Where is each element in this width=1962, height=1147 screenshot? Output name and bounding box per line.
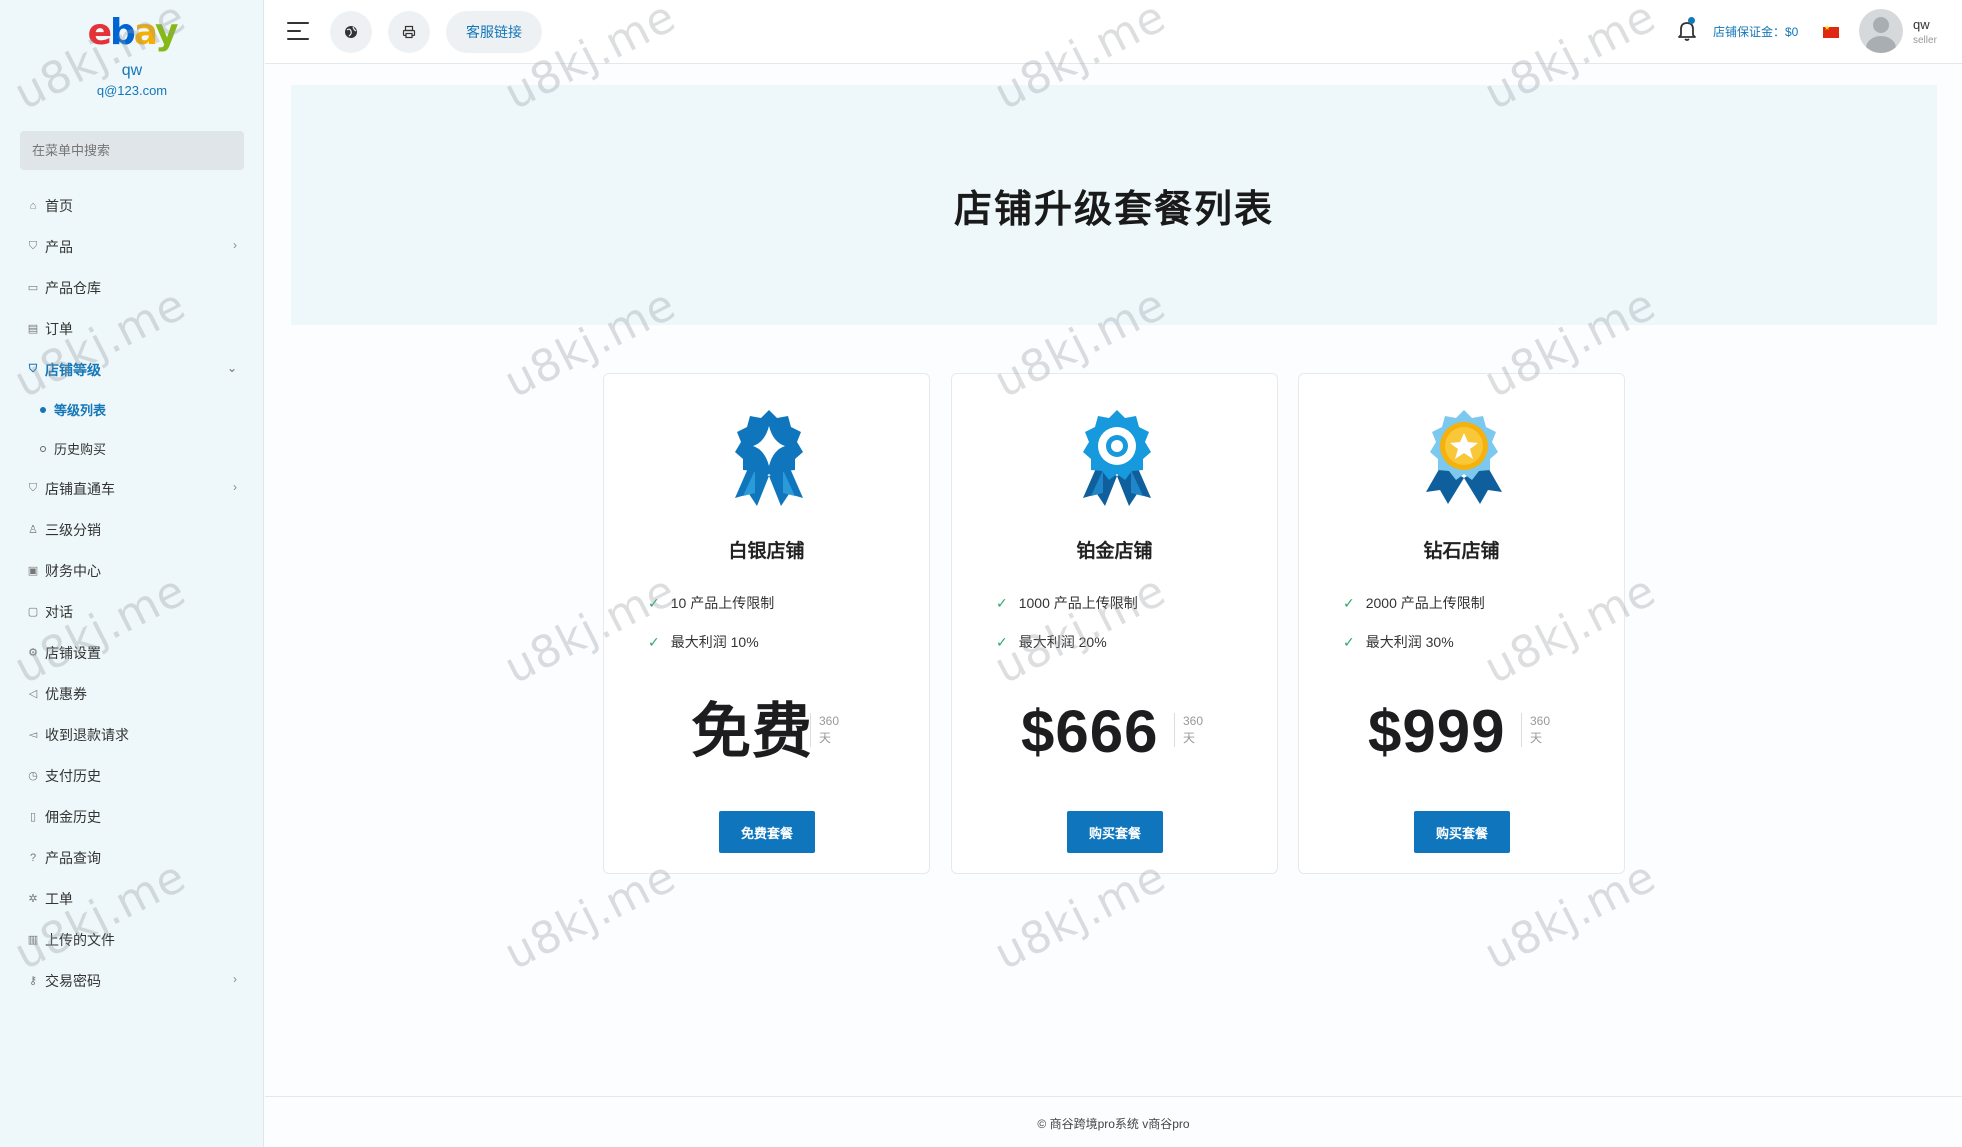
sidebar-item-tickets[interactable]: ✲ 工单 [0,878,264,919]
sidebar-item-orders[interactable]: ▤ 订单 [0,308,264,349]
top-header: 客服链接 店铺保证金：$0 qw seller [265,0,1962,64]
sidebar-item-store-level[interactable]: ⛉ 店铺等级 ⌄ [0,349,264,390]
header-user-role: seller [1913,35,1937,46]
ebay-logo[interactable]: ebay [0,12,264,53]
customer-service-link[interactable]: 客服链接 [446,11,542,53]
plan-feature: ✓ 最大利润 30% [1343,633,1454,651]
plan-price-row: $666 360 天 [952,699,1277,765]
plan-card-platinum: 铂金店铺 ✓ 1000 产品上传限制 ✓ 最大利润 20% $666 360 天 购买… [951,373,1278,874]
bullet-icon [40,406,46,413]
check-icon: ✓ [1343,633,1355,650]
plan-feature: ✓ 最大利润 10% [648,633,759,651]
sidebar-subitem-level-list[interactable]: 等级列表 [0,390,264,429]
header-user-name: qw [1913,17,1930,32]
plan-name: 铂金店铺 [1076,541,1153,562]
plan-name: 钻石店铺 [1423,541,1500,562]
folder-icon: ▥ [27,934,39,946]
menu-search-input[interactable] [20,131,244,170]
sidebar-item-trade-password[interactable]: ⚷ 交易密码 › [0,960,264,1001]
free-plan-button[interactable]: 免费套餐 [719,811,815,853]
sidebar-item-refund-requests[interactable]: ◅ 收到退款请求 [0,714,264,755]
store-deposit: 店铺保证金：$0 [1713,25,1799,39]
plan-price-row: 免费 360 天 [604,699,929,765]
plan-price: $999 [1368,698,1506,765]
check-icon: ✓ [648,594,660,611]
buy-plan-button[interactable]: 购买套餐 [1414,811,1510,853]
order-icon: ▤ [27,323,39,335]
sidebar-item-store-promotion[interactable]: ⛉ 店铺直通车 › [0,468,264,509]
sidebar-item-finance[interactable]: ▣ 财务中心 [0,550,264,591]
page-banner: 店铺升级套餐列表 [291,85,1937,325]
chevron-right-icon: › [233,480,237,494]
sidebar-item-commission-history[interactable]: ▯ 佣金历史 [0,796,264,837]
megaphone-icon: ◁ [28,688,38,700]
plan-card-silver: 白银店铺 ✓ 10 产品上传限制 ✓ 最大利润 10% 免费 360 天 免费套餐 [603,373,930,874]
refund-icon: ◅ [28,729,38,741]
plan-period: 360 天 [1521,713,1550,747]
plan-card-diamond: 钻石店铺 ✓ 2000 产品上传限制 ✓ 最大利润 30% $999 360 天 购买… [1298,373,1625,874]
settings-icon: ✲ [28,893,38,905]
bullet-icon [40,445,46,452]
sidebar-item-home[interactable]: ⌂ 首页 [0,185,264,226]
sidebar-item-store-settings[interactable]: ⚙ 店铺设置 [0,632,264,673]
cart-icon: ⛉ [28,240,38,252]
sidebar-user-email: q@123.com [96,83,168,98]
check-icon: ✓ [1343,594,1355,611]
cart-icon: ⛉ [28,482,38,494]
sidebar-item-distribution[interactable]: ♙ 三级分销 [0,509,264,550]
chat-icon: ▢ [27,606,39,618]
gear-icon: ⚙ [28,647,38,659]
sidebar-item-warehouse[interactable]: ▭ 产品仓库 [0,267,264,308]
cart-icon: ⛉ [28,363,38,375]
china-flag-icon[interactable] [1823,24,1839,38]
money-icon: ▣ [27,565,39,577]
sidebar-item-chat[interactable]: ▢ 对话 [0,591,264,632]
sidebar-user-name: qw [121,62,143,79]
page-title: 店铺升级套餐列表 [953,188,1274,231]
home-icon: ⌂ [29,199,37,212]
chevron-right-icon: › [233,972,237,986]
notification-dot [1688,17,1695,24]
buy-plan-button[interactable]: 购买套餐 [1067,811,1163,853]
plan-feature: ✓ 1000 产品上传限制 [996,594,1138,612]
bell-icon[interactable] [1675,18,1699,44]
plan-name: 白银店铺 [728,541,805,562]
question-icon: ? [29,851,37,864]
check-icon: ✓ [996,633,1008,650]
sidebar-item-payment-history[interactable]: ◷ 支付历史 [0,755,264,796]
platinum-badge-icon [1083,410,1151,506]
warehouse-icon: ▭ [27,282,39,294]
chevron-right-icon: › [233,238,237,252]
sidebar-item-product-query[interactable]: ? 产品查询 [0,837,264,878]
silver-badge-icon [735,410,803,506]
sidebar-item-uploaded-files[interactable]: ▥ 上传的文件 [0,919,264,960]
key-icon: ⚷ [28,975,38,987]
sidebar-subitem-purchase-history[interactable]: 历史购买 [0,429,264,468]
plan-period: 360 天 [810,713,839,747]
check-icon: ✓ [996,594,1008,611]
sidebar-item-coupons[interactable]: ◁ 优惠券 [0,673,264,714]
plan-price-row: $999 360 天 [1299,699,1624,765]
plan-price: 免费 [691,698,813,765]
page-footer: © 商谷跨境pro系统 v商谷pro [265,1096,1962,1147]
plan-feature: ✓ 10 产品上传限制 [648,594,775,612]
printer-icon[interactable] [388,11,430,53]
sidebar: ebay qw q@123.com ⌂首页 ⛉产品› ▭产品仓库 ▤订单 ⛉店铺… [0,0,264,1147]
plan-feature: ✓ 最大利润 20% [996,633,1107,651]
plan-feature: ✓ 2000 产品上传限制 [1343,594,1485,612]
check-icon: ✓ [648,633,660,650]
user-icon: ♙ [28,524,38,536]
clock-icon: ◷ [28,770,38,782]
sidebar-item-products[interactable]: ⛉ 产品 › [0,226,264,267]
diamond-badge-icon [1426,410,1502,504]
plan-price: $666 [1021,698,1159,765]
document-icon: ▯ [29,811,37,823]
globe-icon[interactable] [330,11,372,53]
chevron-down-icon: ⌄ [226,361,237,375]
sidebar-menu: ⌂ 首页 ⛉ 产品 › ▭ 产品仓库 ▤ 订单 ⛉ 店铺等级 ⌄ 等级列表 历史购买 ⛉ 店铺直… [0,185,264,1001]
plan-period: 360 天 [1174,713,1203,747]
menu-toggle-icon[interactable] [287,20,313,42]
avatar[interactable] [1859,9,1903,53]
